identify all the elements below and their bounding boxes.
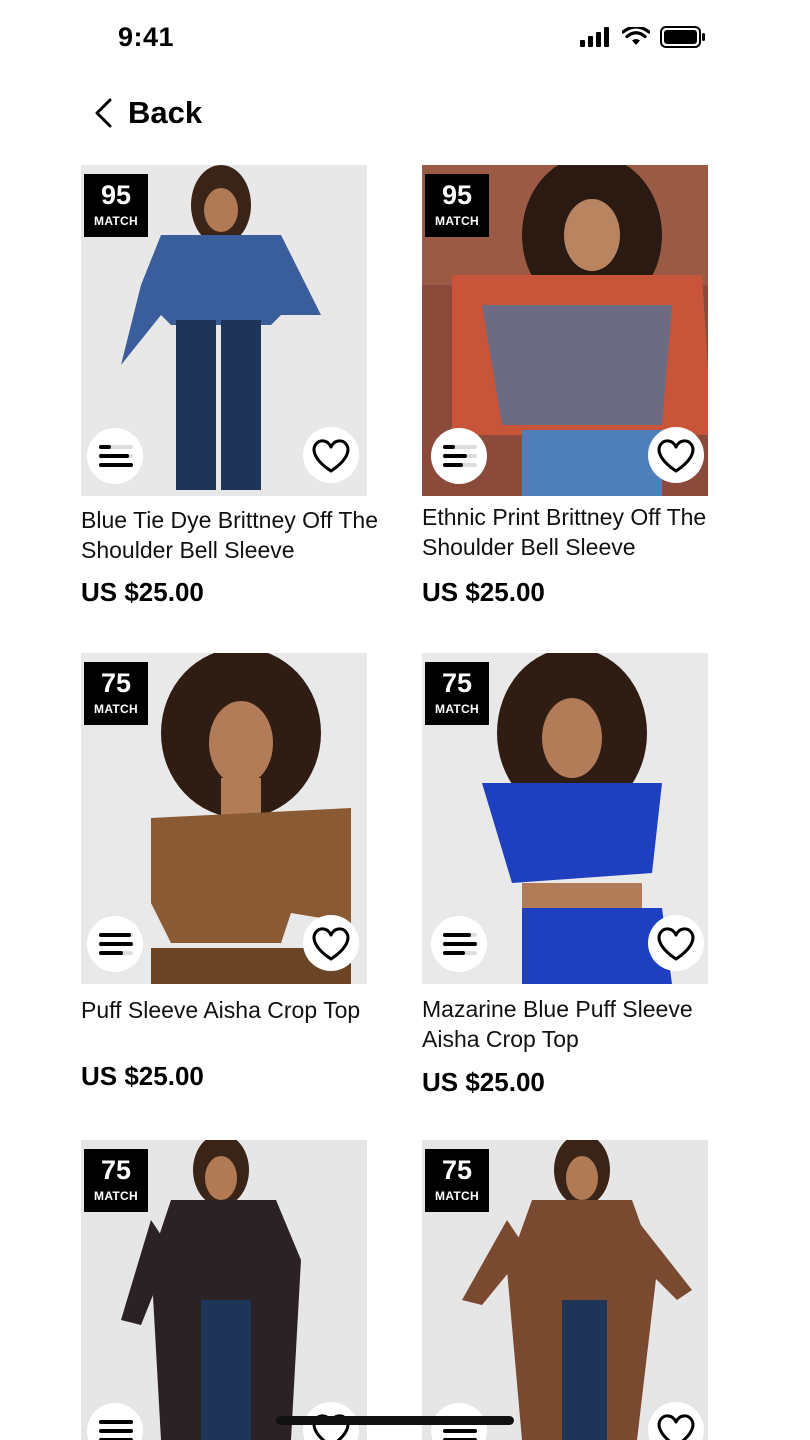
favorite-button[interactable] bbox=[648, 915, 704, 971]
match-score: 75 bbox=[100, 1155, 132, 1185]
details-menu-button[interactable] bbox=[87, 1403, 143, 1440]
match-badge: 75 MATCH bbox=[425, 662, 489, 725]
top-shape bbox=[482, 783, 662, 883]
product-price: US $25.00 bbox=[422, 1067, 545, 1097]
heart-icon bbox=[657, 927, 695, 961]
favorite-button[interactable] bbox=[303, 915, 359, 971]
heart-icon bbox=[657, 439, 695, 473]
product-card[interactable]: 95 MATCH Blue Tie Dye Brittney Off The S… bbox=[81, 165, 381, 615]
product-card[interactable]: 75 MATCH bbox=[81, 1140, 381, 1440]
match-score: 95 bbox=[100, 180, 132, 210]
match-label: MATCH bbox=[94, 1189, 138, 1203]
match-badge: 75 MATCH bbox=[425, 1149, 489, 1212]
product-grid: 95 MATCH Blue Tie Dye Brittney Off The S… bbox=[0, 0, 810, 1440]
product-title[interactable]: Blue Tie Dye Brittney Off The Shoulder B… bbox=[81, 505, 381, 565]
match-badge: 75 MATCH bbox=[84, 662, 148, 725]
match-label: MATCH bbox=[94, 702, 138, 716]
match-score: 75 bbox=[441, 668, 473, 698]
product-title[interactable]: Ethnic Print Brittney Off The Shoulder B… bbox=[422, 502, 722, 562]
heart-icon bbox=[657, 1414, 695, 1440]
menu-lines-icon bbox=[99, 933, 133, 955]
menu-lines-icon bbox=[443, 445, 477, 467]
heart-icon bbox=[312, 439, 350, 473]
match-badge: 95 MATCH bbox=[425, 174, 489, 237]
product-price: US $25.00 bbox=[422, 577, 545, 607]
match-score: 75 bbox=[100, 668, 132, 698]
match-badge: 95 MATCH bbox=[84, 174, 148, 237]
match-label: MATCH bbox=[435, 702, 479, 716]
product-price: US $25.00 bbox=[81, 577, 204, 607]
heart-icon bbox=[312, 927, 350, 961]
product-card[interactable]: 75 MATCH Mazarine Blue Puff Sleeve Aisha… bbox=[422, 653, 722, 1103]
match-label: MATCH bbox=[435, 1189, 479, 1203]
menu-lines-icon bbox=[99, 445, 133, 467]
details-menu-button[interactable] bbox=[87, 428, 143, 484]
menu-lines-icon bbox=[443, 933, 477, 955]
home-indicator[interactable] bbox=[276, 1416, 514, 1425]
product-card[interactable]: 75 MATCH Puff Sleeve Aisha Crop Top US $… bbox=[81, 653, 381, 1103]
product-card[interactable]: 95 MATCH Ethnic Print Brittney Off The S… bbox=[422, 165, 722, 615]
product-price: US $25.00 bbox=[81, 1061, 204, 1091]
match-score: 95 bbox=[441, 180, 473, 210]
product-title[interactable]: Mazarine Blue Puff Sleeve Aisha Crop Top bbox=[422, 994, 712, 1054]
product-card[interactable]: 75 MATCH bbox=[422, 1140, 722, 1440]
details-menu-button[interactable] bbox=[431, 428, 487, 484]
match-label: MATCH bbox=[435, 214, 479, 228]
match-label: MATCH bbox=[94, 214, 138, 228]
favorite-button[interactable] bbox=[648, 427, 704, 483]
favorite-button[interactable] bbox=[648, 1402, 704, 1440]
match-score: 75 bbox=[441, 1155, 473, 1185]
details-menu-button[interactable] bbox=[87, 916, 143, 972]
details-menu-button[interactable] bbox=[431, 916, 487, 972]
menu-lines-icon bbox=[99, 1420, 133, 1440]
match-badge: 75 MATCH bbox=[84, 1149, 148, 1212]
favorite-button[interactable] bbox=[303, 427, 359, 483]
product-title[interactable]: Puff Sleeve Aisha Crop Top bbox=[81, 995, 381, 1025]
